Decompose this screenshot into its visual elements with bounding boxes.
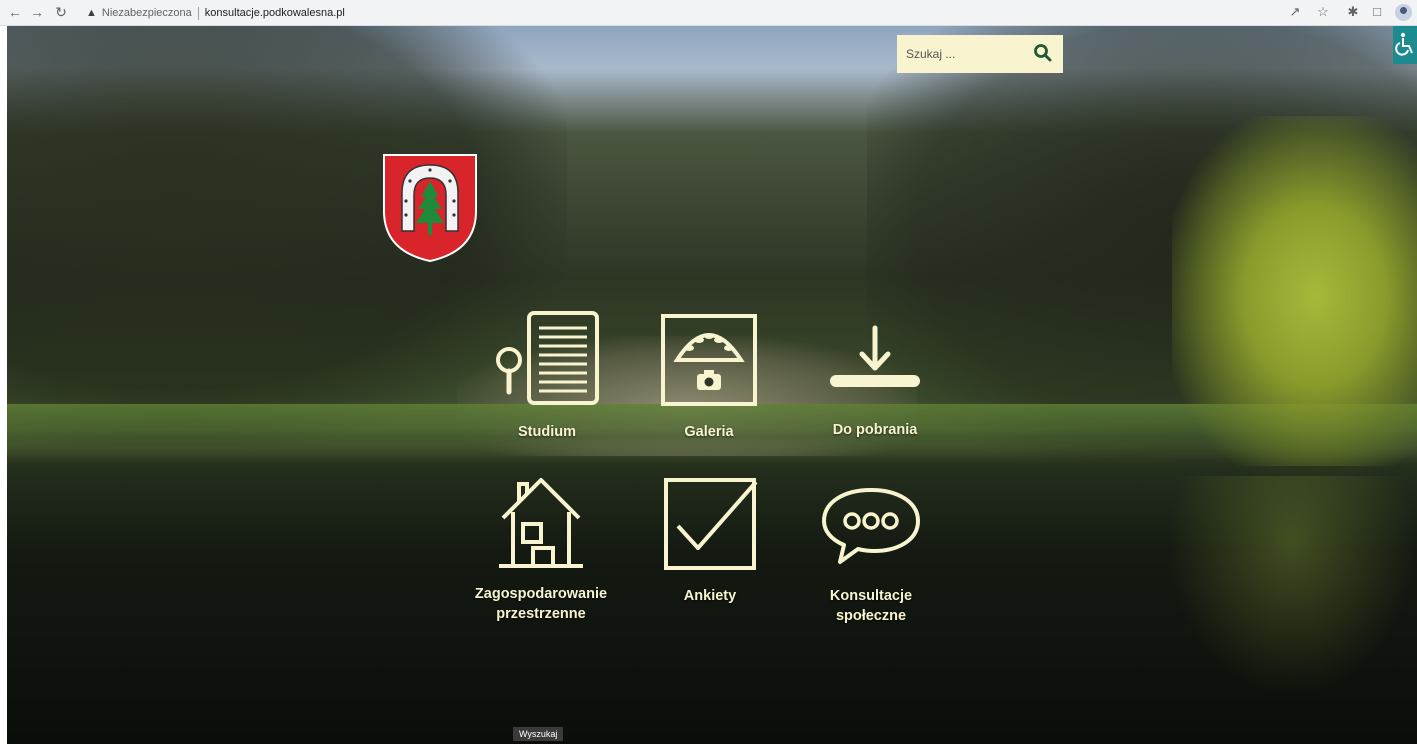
- tile-zagospodarowanie[interactable]: Zagospodarowanie przestrzenne: [461, 472, 621, 624]
- reload-icon[interactable]: ↻: [52, 3, 70, 21]
- browser-toolbar: ← → ↻ ▲ Niezabezpieczona konsultacje.pod…: [0, 0, 1417, 26]
- download-icon: [830, 325, 920, 387]
- tile-studium-label: Studium: [518, 424, 576, 440]
- side-panel-icon[interactable]: □: [1369, 4, 1385, 20]
- search-icon[interactable]: [1033, 43, 1053, 63]
- bookmark-star-icon[interactable]: ☆: [1315, 4, 1331, 20]
- back-arrow-icon[interactable]: ←: [6, 3, 24, 21]
- warning-icon: ▲: [86, 7, 97, 19]
- insecure-label: Niezabezpieczona: [101, 7, 192, 19]
- address-separator: [197, 6, 199, 20]
- tile-do-pobrania[interactable]: Do pobrania: [795, 320, 955, 440]
- tile-ankiety-label: Ankiety: [683, 588, 737, 604]
- wheelchair-icon: [1395, 32, 1413, 56]
- tile-galeria[interactable]: Galeria: [629, 312, 789, 442]
- profile-avatar-icon[interactable]: [1395, 4, 1412, 21]
- tile-zagospodarowanie-label: Zagospodarowanie przestrzenne: [474, 586, 608, 622]
- chat-bubble-icon: [822, 488, 920, 564]
- tile-ankiety[interactable]: Ankiety: [630, 474, 790, 606]
- document-search-icon: [496, 311, 599, 405]
- water-reflection: [1167, 476, 1417, 696]
- tile-galeria-label: Galeria: [684, 424, 734, 440]
- tile-konsultacje[interactable]: Konsultacje społeczne: [791, 484, 951, 626]
- address-bar[interactable]: ▲ Niezabezpieczona konsultacje.podkowale…: [86, 3, 1266, 23]
- search-tooltip: Wyszukaj: [513, 727, 564, 741]
- tile-studium[interactable]: Studium: [467, 310, 627, 442]
- gallery-camera-icon: [661, 314, 757, 406]
- tile-do-pobrania-label: Do pobrania: [832, 422, 918, 438]
- checkbox-icon: [664, 478, 758, 570]
- share-icon[interactable]: ↗: [1287, 4, 1303, 20]
- coat-of-arms-logo[interactable]: [380, 151, 480, 263]
- tile-konsultacje-label: Konsultacje społeczne: [829, 588, 913, 624]
- house-icon: [499, 478, 583, 568]
- search-input[interactable]: [904, 46, 1028, 62]
- search-box: [897, 35, 1063, 73]
- extensions-puzzle-icon[interactable]: ✱: [1345, 4, 1361, 20]
- url-text: konsultacje.podkowalesna.pl: [204, 7, 345, 19]
- accessibility-button[interactable]: [1393, 26, 1417, 64]
- forward-arrow-icon[interactable]: →: [28, 3, 46, 21]
- willow-tree: [1172, 116, 1417, 476]
